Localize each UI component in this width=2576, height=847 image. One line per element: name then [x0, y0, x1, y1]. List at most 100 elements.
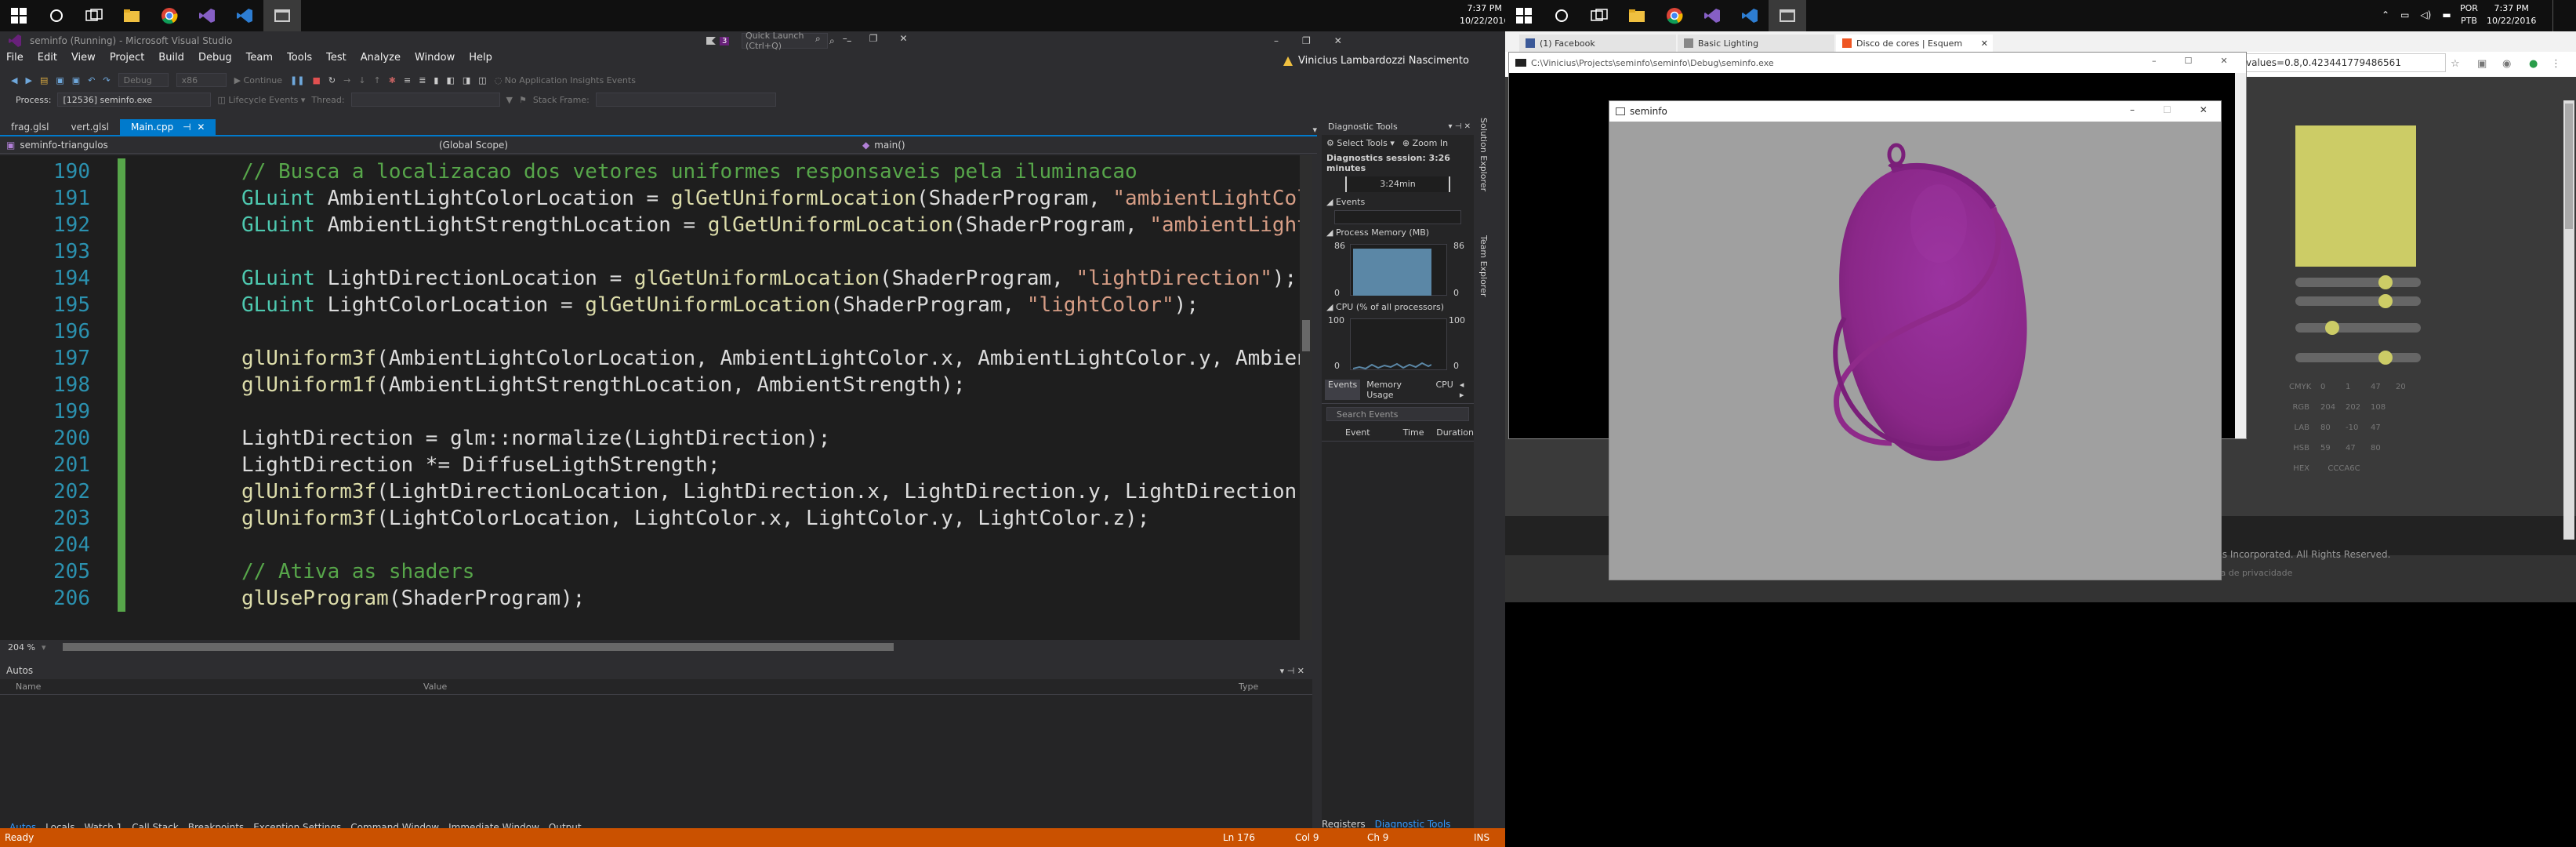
- user-account[interactable]: Vinicius Lambardozzi Nascimento: [1283, 55, 1469, 67]
- code-line[interactable]: 198 glUniform1f(AmbientLightStrengthLocat…: [0, 372, 1293, 398]
- console-maximize-icon[interactable]: ☐: [2185, 56, 2193, 66]
- window-minimize-button[interactable]: –: [1274, 31, 1279, 50]
- code-line[interactable]: 199: [0, 398, 1293, 425]
- tab-main-cpp[interactable]: Main.cpp ⊣ ✕: [119, 119, 216, 135]
- code-line[interactable]: 192 GLuint AmbientLightStrengthLocation =…: [0, 212, 1312, 238]
- slider-track-3[interactable]: [2295, 321, 2421, 335]
- visual-studio-code-icon[interactable]: [1731, 0, 1769, 31]
- rgb-b[interactable]: 108: [2371, 403, 2386, 412]
- code-line[interactable]: 190 // Busca a localizacao dos vetores un…: [0, 158, 1293, 185]
- gl-close-icon[interactable]: ✕: [2200, 104, 2208, 115]
- rgb-r[interactable]: 204: [2320, 403, 2335, 412]
- console-minimize-icon[interactable]: –: [2152, 56, 2157, 66]
- taskbar-clock[interactable]: 7:37 PM 10/22/2016: [1460, 2, 1509, 27]
- gl-viewport[interactable]: [1609, 122, 2221, 580]
- slider-handle-1[interactable]: [2378, 275, 2393, 289]
- code-line[interactable]: 205 // Ativa as shaders: [0, 558, 1293, 585]
- rgb-g[interactable]: 202: [2346, 403, 2360, 412]
- menu-edit[interactable]: Edit: [38, 52, 57, 64]
- chrome-icon[interactable]: [1656, 0, 1693, 31]
- maximize-button[interactable]: ❐: [869, 33, 878, 45]
- gl-maximize-icon[interactable]: ☐: [2163, 104, 2171, 115]
- app-window-icon[interactable]: [263, 0, 301, 31]
- console-scrollbar[interactable]: [2235, 73, 2246, 438]
- menu-help[interactable]: Help: [469, 52, 492, 64]
- menu-analyze[interactable]: Analyze: [361, 52, 401, 64]
- filter-icon[interactable]: ▼: [506, 95, 513, 105]
- menu-team[interactable]: Team: [246, 52, 273, 64]
- step-out-icon[interactable]: ↑: [374, 75, 381, 85]
- diag-close-icon[interactable]: ▾ ⊣ ✕: [1449, 122, 1471, 131]
- tab-solution-explorer[interactable]: Solution Explorer: [1478, 118, 1489, 235]
- menu-test[interactable]: Test: [326, 52, 346, 64]
- tab-facebook[interactable]: (1) Facebook: [1519, 35, 1676, 52]
- forward-icon[interactable]: ▶: [25, 75, 31, 85]
- file-explorer-icon[interactable]: [113, 0, 151, 31]
- code-line[interactable]: 200 LightDirection = glm::normalize(Light…: [0, 425, 1293, 452]
- tab-basic-lighting[interactable]: Basic Lighting: [1678, 35, 1834, 52]
- lab-l[interactable]: 80: [2320, 424, 2335, 432]
- insights-button[interactable]: ◌ No Application Insights Events: [495, 75, 636, 85]
- flag-threads-icon[interactable]: ⚑: [519, 95, 527, 105]
- tab-close-icon[interactable]: ✕: [1981, 38, 1988, 49]
- platform-dropdown[interactable]: x86: [176, 73, 227, 87]
- chrome-scrollbar[interactable]: [2563, 100, 2574, 540]
- lab-b[interactable]: 47: [2371, 424, 2385, 432]
- panel-close-icon[interactable]: ▾ ⊣ ✕: [1280, 666, 1304, 676]
- slider-handle-4[interactable]: [2378, 351, 2393, 365]
- hex-value[interactable]: CCCA6C: [2320, 464, 2367, 473]
- extension3-icon[interactable]: ●: [2529, 58, 2538, 70]
- col-type[interactable]: Type: [1239, 682, 1258, 692]
- windows-start-icon[interactable]: [1505, 0, 1543, 31]
- notifications-button[interactable]: 3: [706, 36, 730, 45]
- visual-studio-icon[interactable]: [188, 0, 226, 31]
- search-events-input[interactable]: Search Events: [1326, 407, 1469, 421]
- back-icon[interactable]: ◀: [11, 75, 17, 85]
- code-line[interactable]: 191 GLuint AmbientLightColorLocation = gl…: [0, 185, 1312, 212]
- save-icon[interactable]: ▣: [56, 75, 63, 85]
- events-section[interactable]: ◢ Events: [1322, 194, 1474, 210]
- cpu-section[interactable]: ◢ CPU (% of all processors): [1322, 299, 1474, 315]
- chrome-icon[interactable]: [151, 0, 188, 31]
- open-icon[interactable]: ▤: [40, 75, 48, 85]
- language-indicator[interactable]: POR PTB: [2460, 2, 2478, 27]
- restart-icon[interactable]: ↻: [328, 75, 336, 85]
- zoom-level[interactable]: 204 %: [8, 642, 35, 653]
- pause-icon[interactable]: ❚❚: [290, 75, 304, 85]
- code-line[interactable]: 206 glUseProgram(ShaderProgram);: [0, 585, 1293, 612]
- menu-file[interactable]: File: [6, 52, 24, 64]
- tab-team-explorer[interactable]: Team Explorer: [1478, 235, 1489, 345]
- cmyk-k[interactable]: 20: [2396, 383, 2410, 391]
- network-icon[interactable]: ▭: [2400, 9, 2409, 20]
- zoom-dropdown-icon[interactable]: ▾: [42, 642, 46, 653]
- col-time[interactable]: Time: [1403, 427, 1437, 438]
- config-dropdown[interactable]: Debug: [118, 73, 169, 87]
- tab-vert-glsl[interactable]: vert.glsl: [60, 119, 119, 135]
- visual-studio-code-icon[interactable]: [226, 0, 263, 31]
- windows-start-icon[interactable]: [0, 0, 38, 31]
- vertical-scrollbar[interactable]: [1300, 155, 1312, 640]
- extension2-icon[interactable]: ◉: [2502, 58, 2511, 70]
- stackframe-dropdown[interactable]: [595, 93, 776, 107]
- window-close-button[interactable]: ✕: [1334, 31, 1342, 50]
- diag-timeline[interactable]: 3:24min: [1345, 176, 1450, 192]
- code-line[interactable]: 195 GLuint LightColorLocation = glGetUnif…: [0, 292, 1293, 318]
- code-line[interactable]: 202 glUniform3f(LightDirectionLocation, L…: [0, 478, 1312, 505]
- col-name[interactable]: Name: [0, 682, 423, 692]
- slider-handle-2[interactable]: [2378, 294, 2393, 308]
- bookmark-icon[interactable]: ▮: [434, 75, 438, 85]
- cmyk-c[interactable]: 0: [2320, 383, 2335, 391]
- code-line[interactable]: 204: [0, 532, 1293, 558]
- scrollbar-thumb[interactable]: [1302, 320, 1310, 351]
- code-editor[interactable]: 190 // Busca a localizacao dos vetores un…: [0, 155, 1312, 640]
- thread-dropdown[interactable]: [350, 93, 500, 107]
- member-dropdown[interactable]: ◆ main(): [862, 140, 905, 151]
- gl-minimize-icon[interactable]: –: [2130, 104, 2135, 115]
- step-into-icon[interactable]: ↓: [358, 75, 365, 85]
- slider-handle-3[interactable]: [2325, 321, 2339, 335]
- lab-a[interactable]: -10: [2346, 424, 2360, 432]
- select-tools-button[interactable]: ⚙ Select Tools ▾: [1326, 138, 1395, 148]
- hsb-b[interactable]: 80: [2371, 444, 2385, 453]
- tab-cpu[interactable]: CPU: [1435, 380, 1453, 400]
- breakpoint-icon[interactable]: ✱: [389, 75, 396, 85]
